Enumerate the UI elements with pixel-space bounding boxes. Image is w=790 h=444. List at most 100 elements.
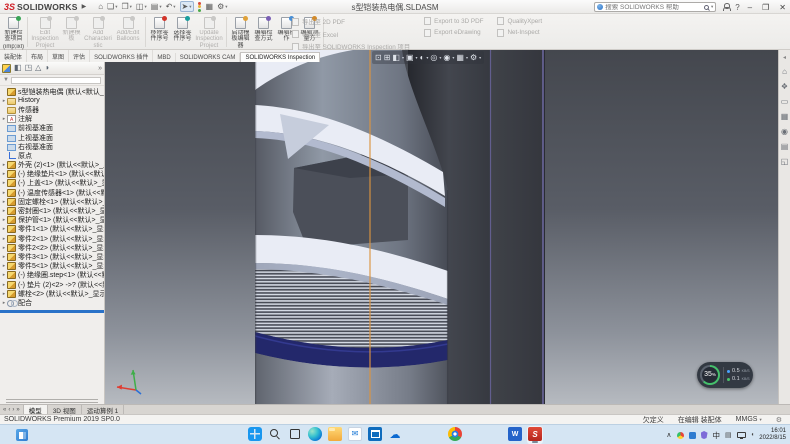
store-taskbar-icon[interactable] — [368, 427, 382, 441]
search-dropdown-icon[interactable]: ▾ — [711, 4, 713, 10]
tab-nav-1[interactable]: ‹ — [8, 407, 10, 413]
qat-select-button[interactable]: ➤▾ — [180, 1, 194, 12]
tray-app-icon[interactable] — [677, 432, 684, 439]
search-taskbar-icon[interactable] — [268, 427, 282, 441]
tree-item[interactable]: ▸零件2<2> (默认<<默认>_显示状 — [0, 243, 104, 252]
tree-item[interactable]: ▸(-) 垫片 (2)<2> ->? (默认<<默认> — [0, 280, 104, 289]
dropdown-caret-icon[interactable]: ▾ — [130, 4, 132, 10]
tab-SOLIDWORKS CAM[interactable]: SOLIDWORKS CAM — [176, 53, 241, 62]
file-explorer-taskbar-icon[interactable] — [328, 427, 342, 441]
minimize-button[interactable]: – — [746, 3, 754, 12]
select-balloons-button[interactable]: 选择零件序号 — [171, 15, 194, 43]
dimxpertmanager-tab[interactable]: △ — [35, 62, 41, 74]
tree-item[interactable]: ▸保护管<1> (默认<<默认>_显示状 — [0, 216, 104, 225]
tree-item[interactable]: 前视基准面 — [0, 124, 104, 133]
new-inspection-project-button[interactable]: 新建检查项目(imp;ixl) — [2, 15, 25, 50]
apply-scene-icon[interactable]: ▦ — [456, 52, 464, 64]
app-pinwheel-taskbar-icon[interactable] — [428, 427, 442, 441]
tree-item[interactable]: ▸零件2<1> (默认<<默认>_显示状 — [0, 234, 104, 243]
tree-item[interactable]: ▸零件3<1> (默认<<默认>_显示状态 — [0, 252, 104, 261]
tab-布局[interactable]: 布局 — [27, 50, 48, 62]
collapse-pane-icon[interactable]: ◂ — [783, 54, 786, 61]
dropdown-caret-icon[interactable]: ▾ — [402, 55, 404, 60]
view-settings-icon[interactable]: ⚙ — [470, 52, 477, 64]
hide-show-items-icon[interactable]: ◎ — [430, 52, 437, 64]
tree-item[interactable]: 原点 — [0, 151, 104, 160]
search-icon[interactable] — [704, 5, 709, 10]
dropdown-caret-icon[interactable]: ▾ — [479, 55, 481, 60]
configurationmanager-tab[interactable]: ◳ — [25, 62, 33, 74]
edit-appearance-icon[interactable]: ◉ — [443, 52, 450, 64]
qat-rebuild-button[interactable] — [198, 2, 202, 12]
tab-装配体[interactable]: 装配体 — [0, 50, 27, 62]
mail-taskbar-icon[interactable] — [348, 427, 362, 441]
featuremanager-tab[interactable] — [2, 64, 11, 73]
edge-taskbar-icon[interactable] — [308, 427, 322, 441]
status-gear-icon[interactable]: ⚙ — [776, 416, 782, 424]
qat-print-button[interactable]: ▤▾ — [151, 2, 162, 11]
tab-草图[interactable]: 草图 — [48, 50, 69, 62]
display-tray-icon[interactable] — [737, 432, 746, 438]
launch-template-editor-button[interactable]: 启动模板编辑器 — [229, 15, 252, 49]
edit-inspection-methods-button[interactable]: 编辑检查方式 — [252, 15, 275, 43]
dropdown-caret-icon[interactable]: ▾ — [159, 4, 161, 10]
performance-float-widget[interactable]: 35% 0.5KB/S 0.1KB/S — [697, 362, 753, 388]
tab-评估[interactable]: 评估 — [69, 50, 90, 62]
design-library-icon[interactable]: ❖ — [781, 82, 788, 91]
tree-item[interactable]: ▸(-) 绝缘垫片<1> (默认<<默认>_显 — [0, 170, 104, 179]
zoom-area-icon[interactable]: ⊞ — [384, 52, 391, 64]
tray-app-icon[interactable] — [689, 432, 696, 439]
custom-properties-icon[interactable]: ▤ — [781, 142, 789, 151]
solidworks-taskbar-icon[interactable] — [528, 427, 542, 441]
tree-item[interactable]: ▸外壳 (2)<1> (默认<<默认>_显示状 — [0, 161, 104, 170]
tree-item[interactable]: ▸固定螺栓<1> (默认<<默认>_显示 — [0, 197, 104, 206]
model-3d-view[interactable] — [105, 50, 778, 404]
dropdown-caret-icon[interactable]: ▾ — [452, 55, 454, 60]
qat-new-button[interactable]: ❏▾ — [107, 2, 117, 11]
dropdown-caret-icon[interactable]: ▾ — [189, 4, 191, 10]
ime-language-indicator[interactable]: 中 — [713, 430, 721, 441]
propertymanager-tab[interactable]: ◧ — [14, 62, 22, 74]
solidworks-resources-icon[interactable]: ⌂ — [782, 67, 787, 76]
dropdown-caret-icon[interactable]: ▾ — [439, 55, 441, 60]
ime-keyboard-icon[interactable]: ▤ — [725, 431, 732, 439]
tree-item[interactable]: ▸History — [0, 96, 104, 105]
app-red-taskbar-icon[interactable] — [468, 427, 482, 441]
clock[interactable]: 16:01 2022/8/15 — [759, 428, 786, 442]
tree-item[interactable]: ▸(-) 绝缘圈.step<1> (默认<<默认>_ — [0, 271, 104, 280]
filter-icon[interactable]: ▼ — [3, 77, 9, 83]
restore-button[interactable]: ❐ — [760, 3, 771, 12]
qat-options-button[interactable]: ⚙▾ — [217, 2, 227, 11]
app-excel-taskbar-icon[interactable] — [488, 427, 502, 441]
qat-home-button[interactable]: ⌂ — [98, 2, 103, 11]
tree-filter-input[interactable] — [11, 77, 101, 84]
speaker-icon[interactable]: ◖ — [751, 432, 755, 438]
view-orientation-icon[interactable]: ▣ — [406, 52, 414, 64]
tree-item[interactable]: ▸零件5<1> (默认<<默认>_显示状态 — [0, 262, 104, 271]
help-search-box[interactable]: ▾ — [594, 2, 716, 12]
tree-item[interactable]: ▸零件1<1> (默认<<默认>_显示状态 — [0, 225, 104, 234]
qat-file-properties-button[interactable]: ▦ — [206, 2, 214, 11]
dropdown-caret-icon[interactable]: ▾ — [426, 55, 428, 60]
graphics-viewport[interactable] — [105, 50, 778, 404]
doc-tab-模型[interactable]: 模型 — [23, 405, 48, 414]
tree-item[interactable]: ▸配合 — [0, 298, 104, 307]
dropdown-caret-icon[interactable]: ▾ — [144, 4, 146, 10]
view-palette-icon[interactable]: ▦ — [781, 112, 789, 121]
zoom-fit-icon[interactable]: ⊡ — [375, 52, 382, 64]
doc-tab-3D 视图[interactable]: 3D 视图 — [48, 405, 82, 414]
display-style-icon[interactable]: ◐ — [420, 52, 425, 64]
dropdown-caret-icon[interactable]: ▾ — [416, 55, 418, 60]
close-button[interactable]: ✕ — [777, 3, 788, 12]
tree-item[interactable]: 传感器 — [0, 105, 104, 114]
appearances-scenes-icon[interactable]: ◉ — [781, 127, 788, 136]
tray-expand-icon[interactable]: ∧ — [666, 431, 671, 439]
solidworks-forum-icon[interactable]: ◱ — [781, 157, 789, 166]
tab-SOLIDWORKS 插件[interactable]: SOLIDWORKS 插件 — [90, 50, 153, 62]
task-view-taskbar-icon[interactable] — [288, 427, 302, 441]
onedrive-taskbar-icon[interactable] — [388, 427, 402, 441]
tab-nav-0[interactable]: « — [3, 407, 6, 413]
pane-splitter[interactable] — [0, 310, 104, 313]
search-input[interactable] — [605, 4, 702, 11]
tree-item[interactable]: ▸密封圈<1> (默认<<默认>_显示状 — [0, 206, 104, 215]
